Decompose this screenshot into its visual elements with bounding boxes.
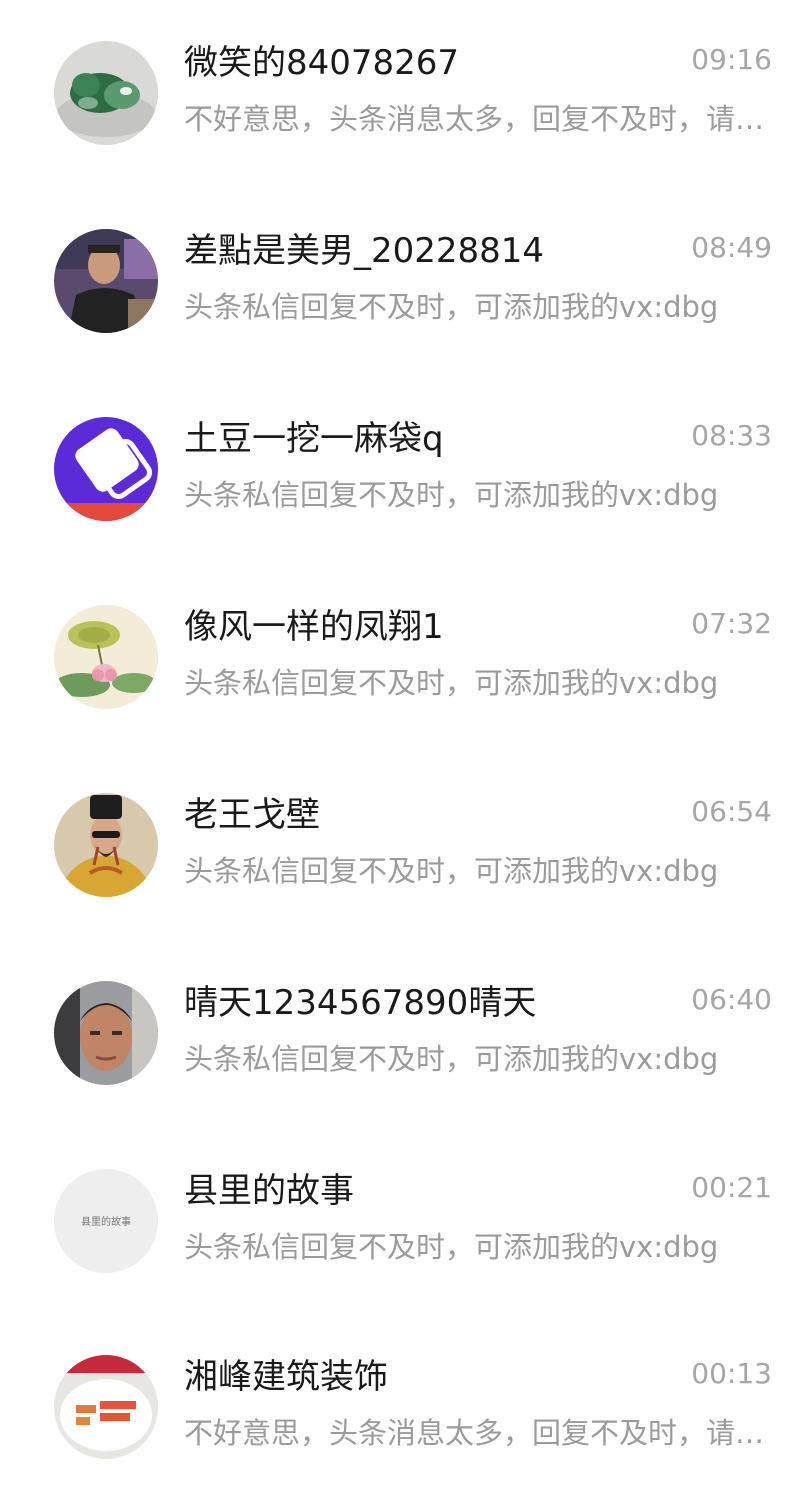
conversation-name: 微笑的84078267 xyxy=(184,43,460,83)
conversation-name: 像风一样的凤翔1 xyxy=(184,607,444,647)
conversation-preview: 头条私信回复不及时，可添加我的vx:dbg xyxy=(184,290,719,324)
conversation-time: 00:21 xyxy=(691,1171,772,1204)
conversation-preview: 头条私信回复不及时，可添加我的vx:dbg xyxy=(184,1230,719,1264)
conversation-time: 09:16 xyxy=(691,43,772,76)
avatar[interactable] xyxy=(54,229,158,333)
conversation-item[interactable]: 微笑的84078267 09:16 不好意思，头条消息太多，回复不及时，请加我的… xyxy=(0,0,800,188)
conversation-preview: 不好意思，头条消息太多，回复不及时，请加我的vx沟通 xyxy=(184,1416,774,1450)
conversation-preview: 头条私信回复不及时，可添加我的vx:dbg xyxy=(184,666,719,700)
conversation-preview: 头条私信回复不及时，可添加我的vx:dbg xyxy=(184,478,719,512)
conversation-preview: 不好意思，头条消息太多，回复不及时，请加我的vx沟通 xyxy=(184,102,774,136)
conversation-preview: 头条私信回复不及时，可添加我的vx:dbg xyxy=(184,854,719,888)
conversation-name: 县里的故事 xyxy=(184,1171,354,1211)
conversation-time: 06:54 xyxy=(691,795,772,828)
conversation-time: 00:13 xyxy=(691,1357,772,1390)
conversation-item[interactable]: 老王戈壁 06:54 头条私信回复不及时，可添加我的vx:dbg xyxy=(0,752,800,940)
conversation-item[interactable]: 土豆一挖一麻袋q 08:33 头条私信回复不及时，可添加我的vx:dbg xyxy=(0,376,800,564)
avatar[interactable] xyxy=(54,417,158,521)
conversation-name: 差點是美男_20228814 xyxy=(184,231,545,271)
conversation-preview: 头条私信回复不及时，可添加我的vx:dbg xyxy=(184,1042,719,1076)
conversation-item[interactable]: 县里的故事 县里的故事 00:21 头条私信回复不及时，可添加我的vx:dbg xyxy=(0,1128,800,1316)
emperor-costume-icon xyxy=(54,793,158,897)
conversation-name: 湘峰建筑装饰 xyxy=(184,1357,388,1397)
avatar[interactable] xyxy=(54,981,158,1085)
avatar[interactable] xyxy=(54,793,158,897)
conversation-name: 土豆一挖一麻袋q xyxy=(184,419,444,459)
avatar-text: 县里的故事 xyxy=(81,1215,131,1228)
conversation-list: 微笑的84078267 09:16 不好意思，头条消息太多，回复不及时，请加我的… xyxy=(0,0,800,1463)
conversation-item[interactable]: 差點是美男_20228814 08:49 头条私信回复不及时，可添加我的vx:d… xyxy=(0,188,800,376)
conversation-name: 晴天1234567890晴天 xyxy=(184,983,537,1023)
man-photo-icon xyxy=(54,229,158,333)
jade-carving-icon xyxy=(54,41,158,145)
lotus-painting-icon xyxy=(54,605,158,709)
conversation-item[interactable]: 湘峰建筑装饰 00:13 不好意思，头条消息太多，回复不及时，请加我的vx沟通 xyxy=(0,1316,800,1504)
conversation-name: 老王戈壁 xyxy=(184,795,320,835)
text-logo-icon: 县里的故事 xyxy=(54,1169,158,1273)
avatar[interactable] xyxy=(54,1355,158,1459)
conversation-item[interactable]: 晴天1234567890晴天 06:40 头条私信回复不及时，可添加我的vx:d… xyxy=(0,940,800,1128)
conversation-time: 07:32 xyxy=(691,607,772,640)
sign-photo-icon xyxy=(54,1355,158,1459)
avatar[interactable] xyxy=(54,41,158,145)
avatar[interactable] xyxy=(54,605,158,709)
conversation-time: 08:33 xyxy=(691,419,772,452)
conversation-time: 06:40 xyxy=(691,983,772,1016)
selfie-icon xyxy=(54,981,158,1085)
conversation-time: 08:49 xyxy=(691,231,772,264)
conversation-item[interactable]: 像风一样的凤翔1 07:32 头条私信回复不及时，可添加我的vx:dbg xyxy=(0,564,800,752)
purple-card-icon xyxy=(54,417,158,521)
avatar[interactable]: 县里的故事 xyxy=(54,1169,158,1273)
